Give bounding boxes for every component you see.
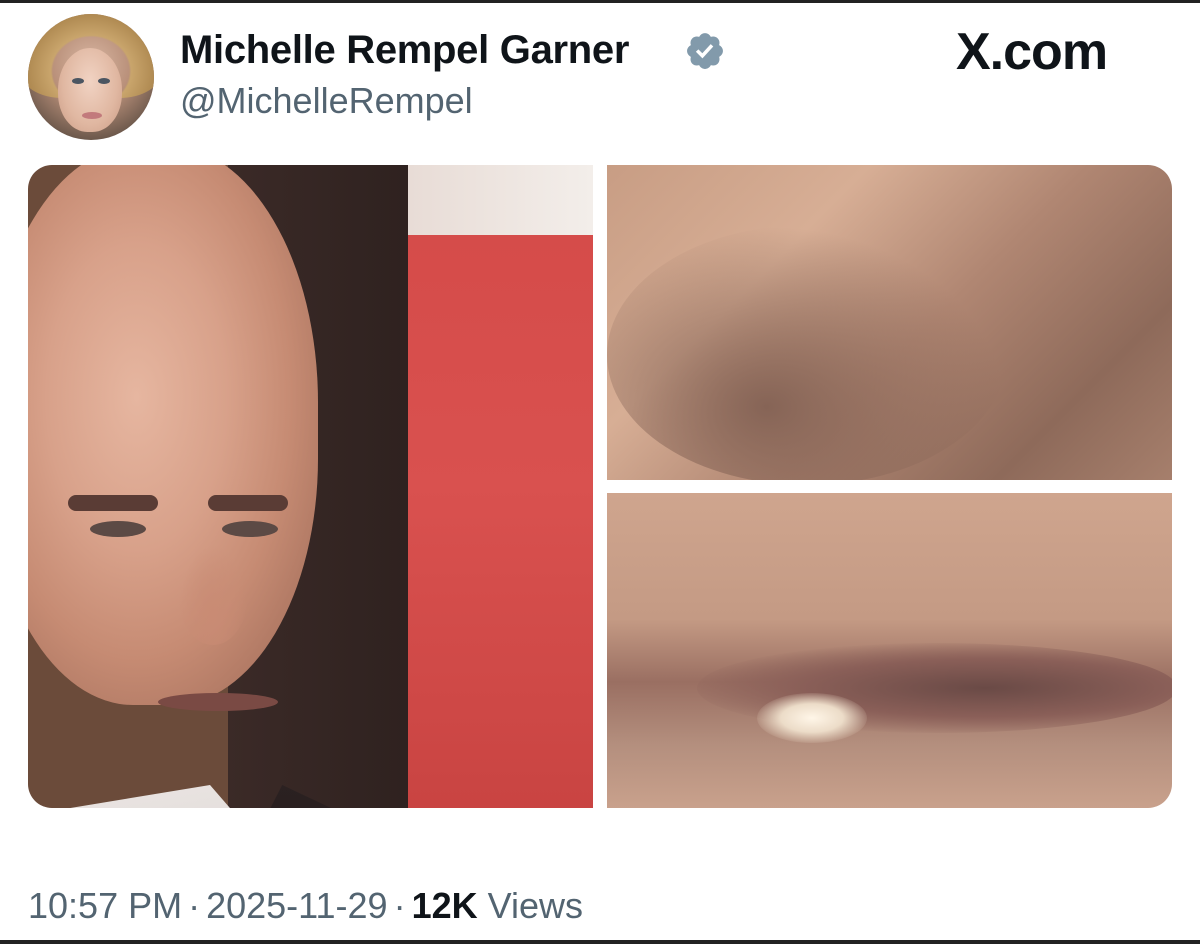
photo-brow-left	[68, 495, 158, 511]
photo-nose	[178, 545, 248, 645]
bottom-border	[0, 940, 1200, 944]
photo-glint	[757, 693, 867, 743]
meta-separator: ·	[393, 885, 406, 926]
author-display-name[interactable]: Michelle Rempel Garner	[180, 24, 629, 76]
avatar-face	[58, 48, 122, 132]
photo-shade	[607, 225, 1007, 480]
author-handle[interactable]: @MichelleRempel	[180, 76, 473, 126]
avatar-lips	[82, 112, 102, 119]
views-count[interactable]: 12K	[412, 885, 478, 926]
verified-badge-icon	[687, 33, 723, 69]
meta-separator: ·	[188, 885, 201, 926]
post-time[interactable]: 10:57 PM	[28, 885, 182, 926]
brand-logo: X.com	[956, 23, 1108, 81]
post-date[interactable]: 2025-11-29	[206, 885, 387, 926]
photo-background-flag-white	[408, 165, 593, 235]
views-label[interactable]: Views	[488, 885, 583, 926]
avatar-eye-right	[98, 78, 110, 84]
photo-eye-left	[90, 521, 146, 537]
photo-background-flag	[408, 165, 593, 808]
media-photo-bottom-right[interactable]	[607, 493, 1172, 808]
post-meta: 10:57 PM · 2025-11-29 · 12K Views	[28, 882, 583, 930]
photo-mouth	[158, 693, 278, 711]
photo-head	[28, 165, 318, 705]
photo-brow-right	[208, 495, 288, 511]
media-photo-top-right[interactable]	[607, 165, 1172, 480]
author-avatar[interactable]	[28, 14, 154, 140]
photo-eye-right	[222, 521, 278, 537]
avatar-eye-left	[72, 78, 84, 84]
top-border	[0, 0, 1200, 3]
media-photo-left[interactable]	[28, 165, 593, 808]
